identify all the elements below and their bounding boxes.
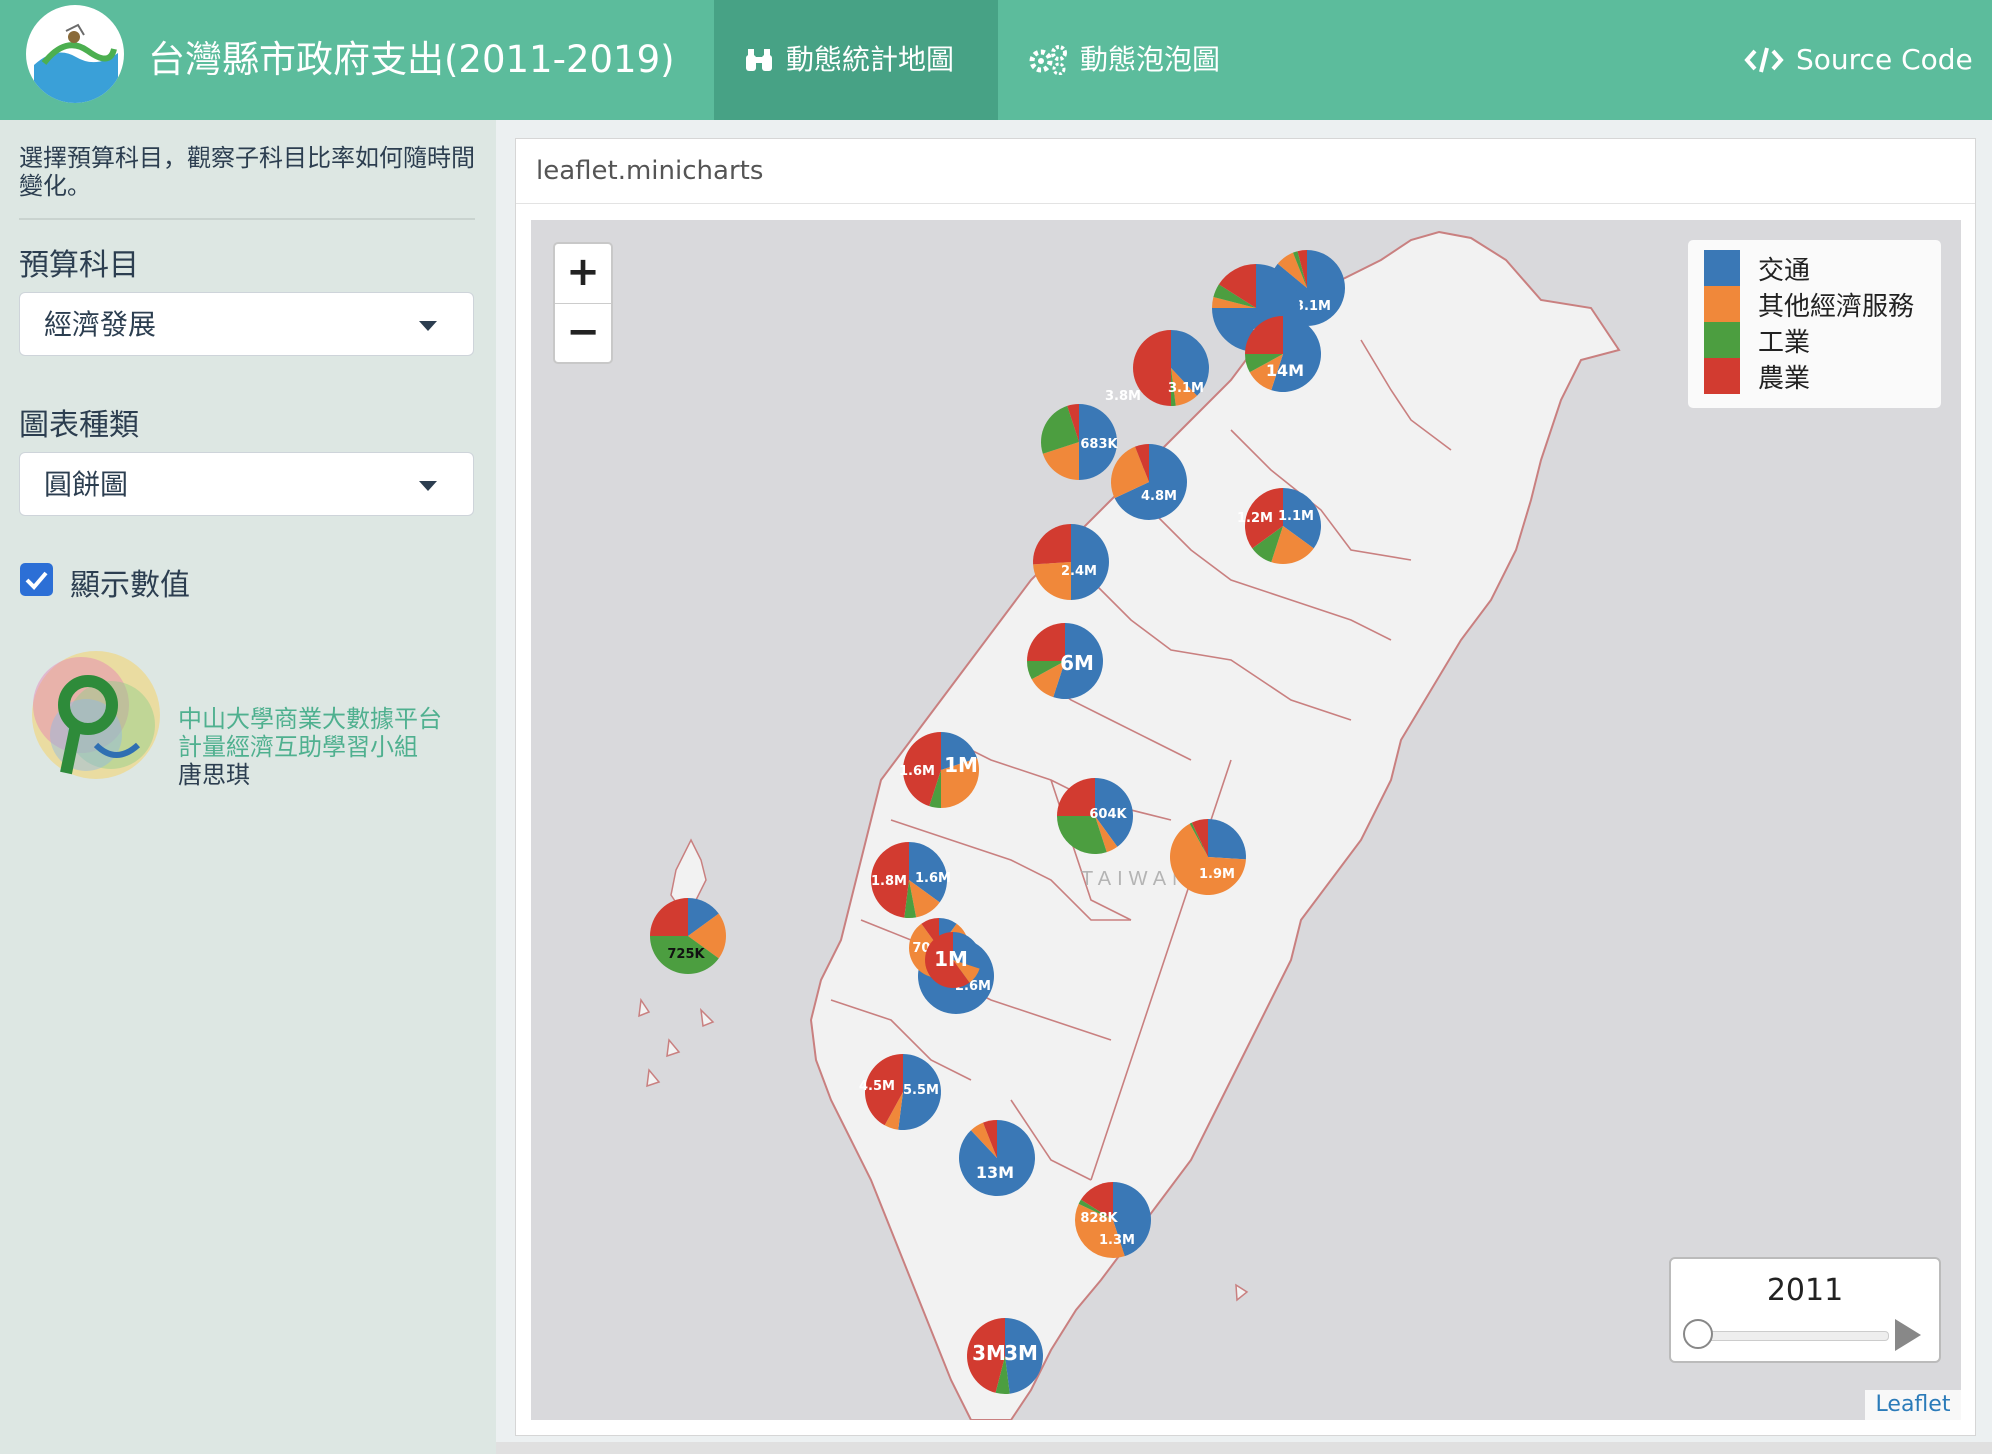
pie-value-label: 14M — [1266, 361, 1304, 380]
binoculars-icon — [746, 49, 772, 71]
zoom-in-button[interactable]: + — [555, 244, 611, 302]
pie-value-label: 725K — [667, 947, 705, 962]
legend-item-agriculture: 農業 — [1704, 358, 1810, 394]
pie-value-label: 3.8M — [1105, 389, 1141, 404]
pie-value-label: 1M — [934, 947, 968, 971]
legend-label: 工業 — [1758, 327, 1811, 358]
pie-value-label: 3M — [972, 1341, 1006, 1365]
pie-slice — [959, 1120, 1036, 1196]
app-title: 台灣縣市政府支出(2011-2019) — [148, 38, 675, 81]
pie-slice — [1033, 524, 1071, 565]
pie-value-label: 1.9M — [1199, 867, 1235, 882]
legend-swatch — [1704, 250, 1740, 286]
year-value: 2011 — [1766, 1273, 1844, 1308]
pie-chart-hsinchu-county[interactable]: 4.8M — [1111, 444, 1187, 520]
credit-text: 中山大學商業大數據平台 計量經濟互助學習小組 唐思琪 — [178, 705, 442, 789]
intro-text: 選擇預算科目，觀察子科目比率如何隨時間變化。 — [19, 144, 475, 200]
panel-header: leaflet.minicharts — [516, 139, 1975, 204]
pie-value-label: 683K — [1080, 437, 1118, 452]
pie-value-label: 4.5M — [859, 1079, 895, 1094]
panel-title: leaflet.minicharts — [536, 156, 764, 186]
pie-chart-new-taipei[interactable]: 14M — [1245, 316, 1321, 392]
navbar: 台灣縣市政府支出(2011-2019) 動態統計地圖 動態泡泡圖 Source … — [0, 0, 1992, 120]
divider — [19, 218, 475, 220]
pie-value-label: 2.4M — [1061, 564, 1097, 579]
source-code-link[interactable]: Source Code — [1744, 0, 1973, 120]
legend-swatch — [1704, 358, 1740, 394]
gears-icon — [1029, 45, 1067, 75]
pie-value-label: 828K — [1080, 1211, 1118, 1226]
show-values-label: 顯示數值 — [70, 568, 190, 603]
pie-chart-hualien[interactable]: 1.9M — [1170, 819, 1246, 895]
pie-value-label: 1.8M — [871, 874, 907, 889]
pie-chart-penghu[interactable]: 725K — [650, 898, 726, 974]
budget-label: 預算科目 — [19, 248, 139, 283]
zoom-out-button[interactable]: − — [555, 304, 611, 362]
pie-chart-nantou[interactable]: 604K — [1057, 778, 1133, 854]
chevron-down-icon — [419, 481, 437, 491]
group-logo — [26, 645, 166, 785]
legend-label: 交通 — [1758, 255, 1811, 286]
pie-value-label: 1.6M — [899, 764, 935, 779]
chart-type-label: 圖表種類 — [19, 408, 139, 443]
legend-item-other: 其他經濟服務 — [1704, 286, 1914, 322]
credit-line-3: 唐思琪 — [178, 761, 250, 789]
year-slider: 2011 — [1669, 1257, 1941, 1363]
slider-handle[interactable] — [1683, 1319, 1713, 1349]
sidebar: 選擇預算科目，觀察子科目比率如何隨時間變化。 預算科目 經濟發展 圖表種類 圓餅… — [0, 120, 496, 1454]
credit-line-1: 中山大學商業大數據平台 — [178, 705, 442, 733]
zoom-control: + − — [553, 242, 613, 364]
pie-chart-taitung[interactable]: 828K 1.3M — [1075, 1182, 1151, 1258]
pie-value-label: 1M — [944, 753, 978, 777]
pie-value-label: 3.1M — [1295, 299, 1331, 314]
pie-chart-kaohsiung[interactable]: 13M — [959, 1120, 1036, 1196]
pie-value-label: 604K — [1089, 807, 1127, 822]
pie-value-label: 5.5M — [903, 1083, 939, 1098]
pie-slice — [650, 898, 688, 936]
source-code-label: Source Code — [1796, 43, 1973, 76]
legend-item-industry: 工業 — [1704, 322, 1810, 358]
pie-chart-miaoli[interactable]: 2.4M — [1033, 524, 1109, 600]
leaflet-attribution[interactable]: Leaflet — [1865, 1390, 1961, 1420]
leaflet-map[interactable]: TAIWAN 3.1M17M14M3.8M3.1M683K4.8M1.2M1.1… — [531, 220, 1961, 1420]
budget-select[interactable]: 經濟發展 — [19, 292, 474, 356]
play-icon[interactable] — [1895, 1319, 1921, 1351]
pie-value-label: 1.6M — [915, 871, 951, 886]
legend-label: 其他經濟服務 — [1758, 291, 1915, 322]
pie-value-label: 6M — [1060, 651, 1094, 675]
chevron-down-icon — [419, 321, 437, 331]
tab-bubble-chart-label: 動態泡泡圖 — [1080, 43, 1221, 76]
pie-chart-hsinchu-city[interactable]: 683K — [1041, 404, 1119, 480]
chart-type-select-value: 圓餅圖 — [44, 468, 129, 501]
check-icon — [25, 571, 48, 590]
legend-swatch — [1704, 322, 1740, 358]
slider-track[interactable] — [1697, 1331, 1889, 1341]
pie-value-label: 1.1M — [1278, 509, 1314, 524]
app-logo — [26, 5, 124, 103]
credit-line-2: 計量經濟互助學習小組 — [178, 733, 418, 761]
legend-item-transport: 交通 — [1704, 250, 1810, 286]
map-legend: 交通 其他經濟服務 工業 農業 — [1688, 240, 1941, 408]
code-icon — [1744, 47, 1784, 73]
horizontal-scrollbar[interactable] — [496, 1442, 1992, 1454]
pie-value-label: 1.3M — [1099, 1233, 1135, 1248]
pie-chart-taichung[interactable]: 6M — [1027, 623, 1103, 699]
budget-select-value: 經濟發展 — [44, 308, 157, 341]
pie-chart-chiayi-mid[interactable]: 1M — [925, 932, 981, 989]
pie-chart-pingtung[interactable]: 3M3M — [967, 1318, 1043, 1395]
pie-chart-taoyuan[interactable]: 3.8M 3.1M — [1105, 330, 1209, 406]
tab-dynamic-map-label: 動態統計地圖 — [786, 43, 955, 76]
show-values-checkbox[interactable] — [20, 563, 53, 596]
legend-swatch — [1704, 286, 1740, 322]
legend-label: 農業 — [1758, 363, 1811, 394]
tab-bubble-chart[interactable]: 動態泡泡圖 — [1028, 0, 1220, 120]
pie-value-label: 3.1M — [1168, 381, 1204, 396]
tab-dynamic-map[interactable]: 動態統計地圖 — [714, 0, 998, 120]
pie-value-label: 13M — [976, 1163, 1014, 1182]
chart-type-select[interactable]: 圓餅圖 — [19, 452, 474, 516]
pie-value-label: 1.2M — [1237, 511, 1273, 526]
pie-value-label: 4.8M — [1141, 489, 1177, 504]
pie-value-label: 3M — [1004, 1341, 1038, 1365]
